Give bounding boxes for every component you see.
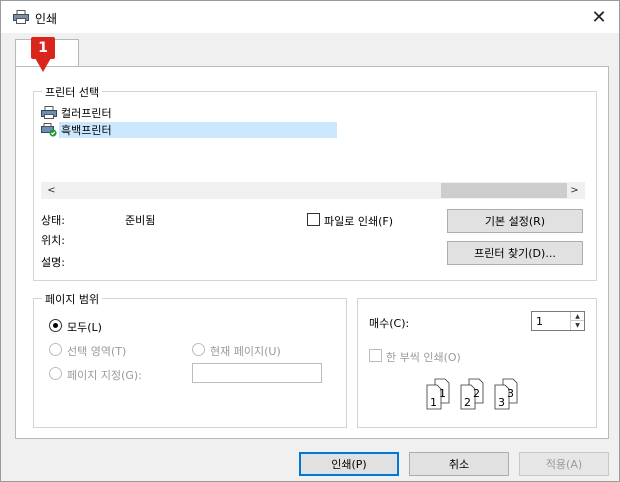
comment-label: 설명:: [41, 256, 65, 269]
print-dialog: 인쇄 ✕ 1 프린터 선택 컬러프린터 흑백프린터 < > 상태: 준비됨 위치…: [0, 0, 620, 482]
printer-select-legend: 프린터 선택: [42, 84, 103, 100]
current-page-radio[interactable]: [192, 343, 205, 356]
selection-radio[interactable]: [49, 343, 62, 356]
chevron-right-icon: >: [570, 185, 579, 196]
default-printer-icon: [41, 123, 57, 137]
step-badge-pointer: [35, 58, 51, 72]
location-label: 위치:: [41, 234, 65, 247]
cancel-button[interactable]: 취소: [409, 452, 509, 476]
collate-page-number: 1: [430, 396, 437, 409]
printer-item-color[interactable]: 컬러프린터: [41, 105, 112, 121]
scroll-right-button[interactable]: >: [566, 182, 583, 199]
find-printer-button[interactable]: 프린터 찾기(D)...: [447, 241, 583, 265]
close-icon: ✕: [591, 6, 607, 28]
collate-page-number: 2: [473, 387, 480, 400]
printer-icon: [41, 106, 57, 119]
chevron-down-icon: ▼: [575, 322, 580, 329]
scroll-thumb[interactable]: [441, 183, 567, 198]
close-button[interactable]: ✕: [579, 1, 619, 33]
print-button[interactable]: 인쇄(P): [299, 452, 399, 476]
print-to-file-label: 파일로 인쇄(F): [324, 215, 394, 228]
page-range-label: 페이지 지정(G):: [67, 369, 142, 382]
increment-button[interactable]: ▲: [571, 312, 584, 321]
step-badge: 1: [31, 37, 55, 59]
apply-button[interactable]: 적용(A): [519, 452, 609, 476]
copies-value: 1: [536, 315, 543, 328]
copies-stepper[interactable]: 1 ▲ ▼: [531, 311, 585, 331]
printer-name: 컬러프린터: [61, 107, 112, 120]
page-range-input[interactable]: [192, 363, 322, 383]
horizontal-scrollbar[interactable]: < >: [41, 182, 585, 199]
collate-page-number: 2: [464, 396, 471, 409]
all-pages-label: 모두(L): [67, 321, 102, 334]
page-stack-3: 3 3: [494, 378, 518, 410]
decrement-button[interactable]: ▼: [571, 321, 584, 330]
page-range-radio[interactable]: [49, 367, 62, 380]
printer-item-mono[interactable]: 흑백프린터: [41, 122, 341, 138]
copies-label: 매수(C):: [369, 317, 410, 330]
page-stack-2: 2 2: [460, 378, 484, 410]
collate-page-number: 1: [439, 387, 446, 400]
title-bar: 인쇄 ✕: [1, 1, 619, 33]
status-label: 상태:: [41, 214, 65, 227]
page-range-legend: 페이지 범위: [42, 291, 103, 307]
collate-page-number: 3: [498, 396, 505, 409]
collate-page-number: 3: [507, 387, 514, 400]
scroll-left-button[interactable]: <: [43, 182, 60, 199]
current-page-label: 현재 페이지(U): [210, 345, 281, 358]
all-pages-radio[interactable]: [49, 319, 62, 332]
selection-label: 선택 영역(T): [67, 345, 127, 358]
page-stack-1: 1 1: [426, 378, 450, 410]
chevron-left-icon: <: [47, 185, 56, 196]
print-to-file-checkbox[interactable]: [307, 213, 320, 226]
status-value: 준비됨: [125, 214, 156, 227]
window-title: 인쇄: [35, 12, 58, 26]
chevron-up-icon: ▲: [575, 312, 580, 320]
printer-icon: [13, 10, 29, 24]
collate-label: 한 부씩 인쇄(O): [386, 351, 461, 364]
collate-checkbox[interactable]: [369, 349, 382, 362]
collate-illustration: 1 1 2 2 3 3: [426, 378, 518, 410]
printer-name: 흑백프린터: [61, 124, 112, 137]
preferences-button[interactable]: 기본 설정(R): [447, 209, 583, 233]
